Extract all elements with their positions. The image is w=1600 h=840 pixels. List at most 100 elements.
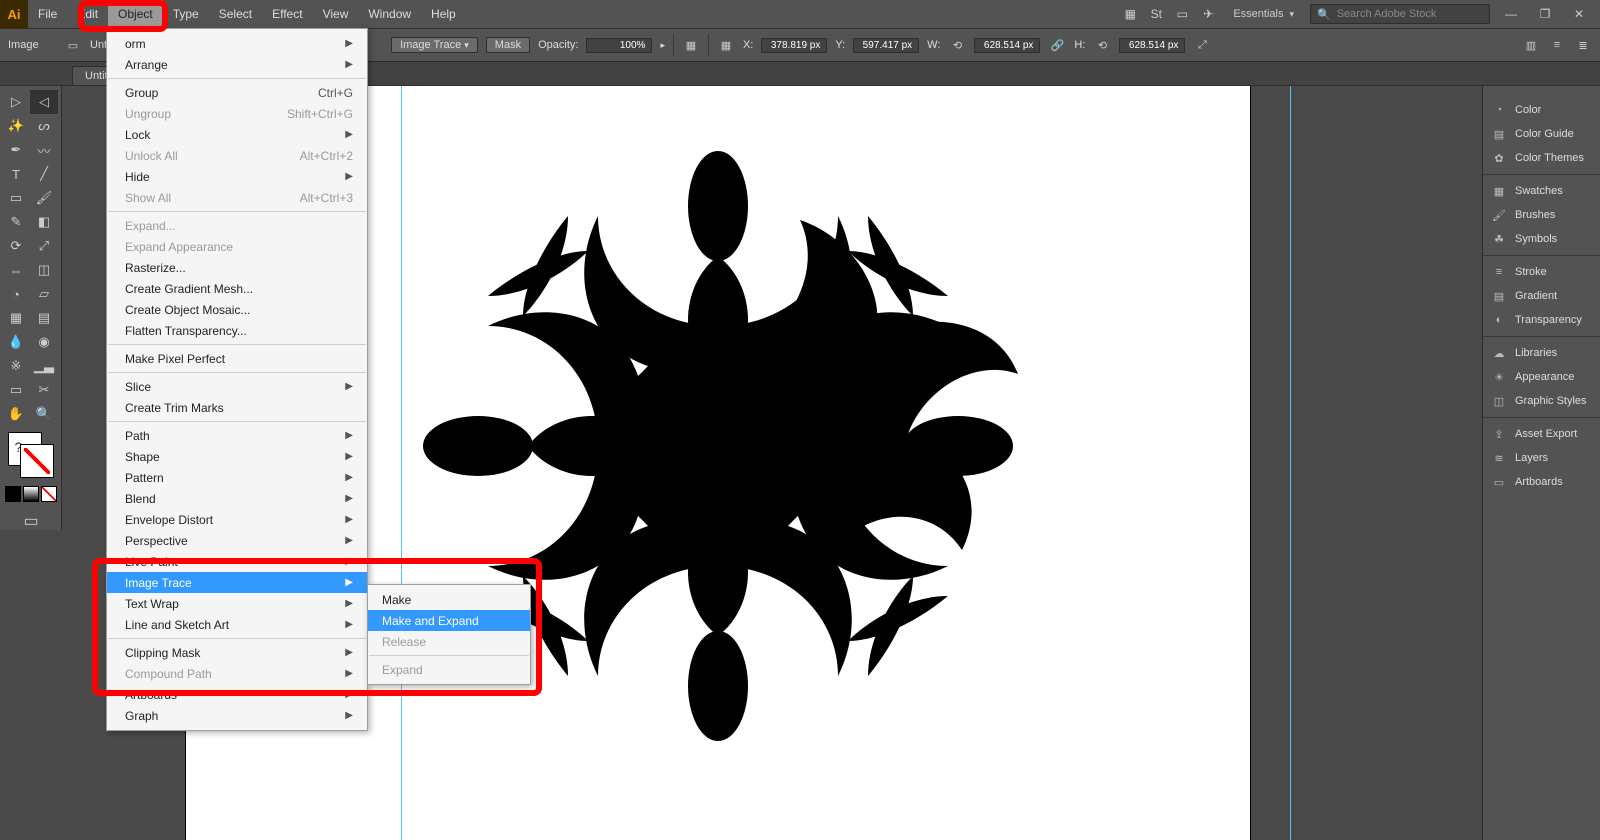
image-trace-button[interactable]: Image Trace ▾ xyxy=(391,37,478,53)
menu-file[interactable]: File xyxy=(28,0,67,28)
screen-mode-icon[interactable]: ▭ xyxy=(23,510,39,526)
menu-help[interactable]: Help xyxy=(421,0,466,28)
direct-selection-tool[interactable]: ◁ xyxy=(30,90,58,114)
menu-item-graph[interactable]: Graph▶ xyxy=(107,705,367,726)
shaper-tool[interactable]: ✎ xyxy=(2,210,30,234)
panel-menu-icon[interactable]: ≣ xyxy=(1574,36,1592,54)
panel-graphic-styles[interactable]: ◫Graphic Styles xyxy=(1483,389,1600,413)
eraser-tool[interactable]: ◧ xyxy=(30,210,58,234)
panel-color-guide[interactable]: ▤Color Guide xyxy=(1483,122,1600,146)
menu-object[interactable]: Object xyxy=(108,0,163,28)
blend-tool[interactable]: ◉ xyxy=(30,330,58,354)
panel-stroke[interactable]: ≡Stroke xyxy=(1483,260,1600,284)
menu-item-text-wrap[interactable]: Text Wrap▶ xyxy=(107,593,367,614)
menu-item-hide[interactable]: Hide▶ xyxy=(107,166,367,187)
panel-brushes[interactable]: 🖌Brushes xyxy=(1483,203,1600,227)
menu-item-live-paint[interactable]: Live Paint▶ xyxy=(107,551,367,572)
type-tool[interactable]: T xyxy=(2,162,30,186)
artboard-tool[interactable]: ▭ xyxy=(2,378,30,402)
menu-item-create-object-mosaic-[interactable]: Create Object Mosaic... xyxy=(107,299,367,320)
menu-item-group[interactable]: GroupCtrl+G xyxy=(107,82,367,103)
menu-item-create-trim-marks[interactable]: Create Trim Marks xyxy=(107,397,367,418)
x-field[interactable]: 378.819 px xyxy=(761,38,827,53)
menu-item-envelope-distort[interactable]: Envelope Distort▶ xyxy=(107,509,367,530)
panel-artboards[interactable]: ▭Artboards xyxy=(1483,470,1600,494)
link-wh-icon[interactable]: ⟲ xyxy=(948,36,966,54)
snap-icon[interactable]: ⤢ xyxy=(1193,36,1211,54)
slice-tool[interactable]: ✂ xyxy=(30,378,58,402)
panel-libraries[interactable]: ☁Libraries xyxy=(1483,341,1600,365)
constrain-icon[interactable]: 🔗 xyxy=(1048,36,1066,54)
menu-item-path[interactable]: Path▶ xyxy=(107,425,367,446)
bridge-icon[interactable]: ▦ xyxy=(1121,5,1139,23)
menu-item-rasterize-[interactable]: Rasterize... xyxy=(107,257,367,278)
y-field[interactable]: 597.417 px xyxy=(853,38,919,53)
perspective-tool[interactable]: ▱ xyxy=(30,282,58,306)
arrange-docs-icon[interactable]: ▭ xyxy=(1173,5,1191,23)
panel-toggle-icon[interactable]: ▥ xyxy=(1522,36,1540,54)
menu-view[interactable]: View xyxy=(313,0,359,28)
menu-item-shape[interactable]: Shape▶ xyxy=(107,446,367,467)
panel-color-themes[interactable]: ✿Color Themes xyxy=(1483,146,1600,170)
chevron-right-icon[interactable]: ▸ xyxy=(660,40,665,51)
transform-ref-icon[interactable]: ▦ xyxy=(717,36,735,54)
pen-tool[interactable]: ✒ xyxy=(2,138,30,162)
menu-item-transform[interactable]: orm▶ xyxy=(107,33,367,54)
panel-color[interactable]: ◔Color xyxy=(1483,98,1600,122)
symbol-sprayer-tool[interactable]: ※ xyxy=(2,354,30,378)
panel-asset-export[interactable]: ⇪Asset Export xyxy=(1483,422,1600,446)
panel-swatches[interactable]: ▦Swatches xyxy=(1483,179,1600,203)
w-field[interactable]: 628.514 px xyxy=(974,38,1040,53)
panel-align-icon[interactable]: ≡ xyxy=(1548,36,1566,54)
gpu-icon[interactable]: ✈ xyxy=(1199,5,1217,23)
menu-edit[interactable]: Edit xyxy=(67,0,108,28)
menu-item-line-and-sketch-art[interactable]: Line and Sketch Art▶ xyxy=(107,614,367,635)
color-mode-swatch[interactable] xyxy=(5,486,21,502)
zoom-tool[interactable]: 🔍 xyxy=(30,402,58,426)
panel-appearance[interactable]: ☀Appearance xyxy=(1483,365,1600,389)
scale-tool[interactable]: ⤢ xyxy=(30,234,58,258)
align-pixel-icon[interactable]: ▦ xyxy=(682,36,700,54)
restore-button[interactable]: ❐ xyxy=(1532,4,1558,24)
menu-item-image-trace[interactable]: Image Trace▶ xyxy=(107,572,367,593)
minimize-button[interactable]: — xyxy=(1498,4,1524,24)
embed-icon[interactable]: ▭ xyxy=(64,36,82,54)
hand-tool[interactable]: ✋ xyxy=(2,402,30,426)
menu-item-create-gradient-mesh-[interactable]: Create Gradient Mesh... xyxy=(107,278,367,299)
menu-window[interactable]: Window xyxy=(358,0,421,28)
menu-item-artboards[interactable]: Artboards▶ xyxy=(107,684,367,705)
submenu-item-make-and-expand[interactable]: Make and Expand xyxy=(368,610,530,631)
menu-item-perspective[interactable]: Perspective▶ xyxy=(107,530,367,551)
submenu-item-make[interactable]: Make xyxy=(368,589,530,610)
line-tool[interactable]: ╱ xyxy=(30,162,58,186)
menu-item-clipping-mask[interactable]: Clipping Mask▶ xyxy=(107,642,367,663)
stock-icon[interactable]: St xyxy=(1147,5,1165,23)
none-mode-swatch[interactable] xyxy=(41,486,57,502)
brush-tool[interactable]: 🖌 xyxy=(30,186,58,210)
close-button[interactable]: ✕ xyxy=(1566,4,1592,24)
menu-item-slice[interactable]: Slice▶ xyxy=(107,376,367,397)
panel-layers[interactable]: ≋Layers xyxy=(1483,446,1600,470)
menu-item-lock[interactable]: Lock▶ xyxy=(107,124,367,145)
panel-transparency[interactable]: ◐Transparency xyxy=(1483,308,1600,332)
graph-tool[interactable]: ▁▃ xyxy=(30,354,58,378)
workspace-switcher[interactable]: Essentials ▾ xyxy=(1225,8,1302,20)
gradient-mode-swatch[interactable] xyxy=(23,486,39,502)
h-field[interactable]: 628.514 px xyxy=(1119,38,1185,53)
link-h-icon[interactable]: ⟲ xyxy=(1093,36,1111,54)
opacity-field[interactable]: 100% xyxy=(586,38,652,53)
shape-builder-tool[interactable]: ◔ xyxy=(2,282,30,306)
menu-item-make-pixel-perfect[interactable]: Make Pixel Perfect xyxy=(107,348,367,369)
menu-item-pattern[interactable]: Pattern▶ xyxy=(107,467,367,488)
panel-symbols[interactable]: ☘Symbols xyxy=(1483,227,1600,251)
rectangle-tool[interactable]: ▭ xyxy=(2,186,30,210)
eyedropper-tool[interactable]: 💧 xyxy=(2,330,30,354)
stroke-swatch[interactable] xyxy=(20,444,54,478)
menu-effect[interactable]: Effect xyxy=(262,0,312,28)
menu-item-arrange[interactable]: Arrange▶ xyxy=(107,54,367,75)
mask-button[interactable]: Mask xyxy=(486,37,530,53)
width-tool[interactable]: ⇔ xyxy=(2,258,30,282)
menu-item-blend[interactable]: Blend▶ xyxy=(107,488,367,509)
lasso-tool[interactable]: ᔕ xyxy=(30,114,58,138)
rotate-tool[interactable]: ⟳ xyxy=(2,234,30,258)
